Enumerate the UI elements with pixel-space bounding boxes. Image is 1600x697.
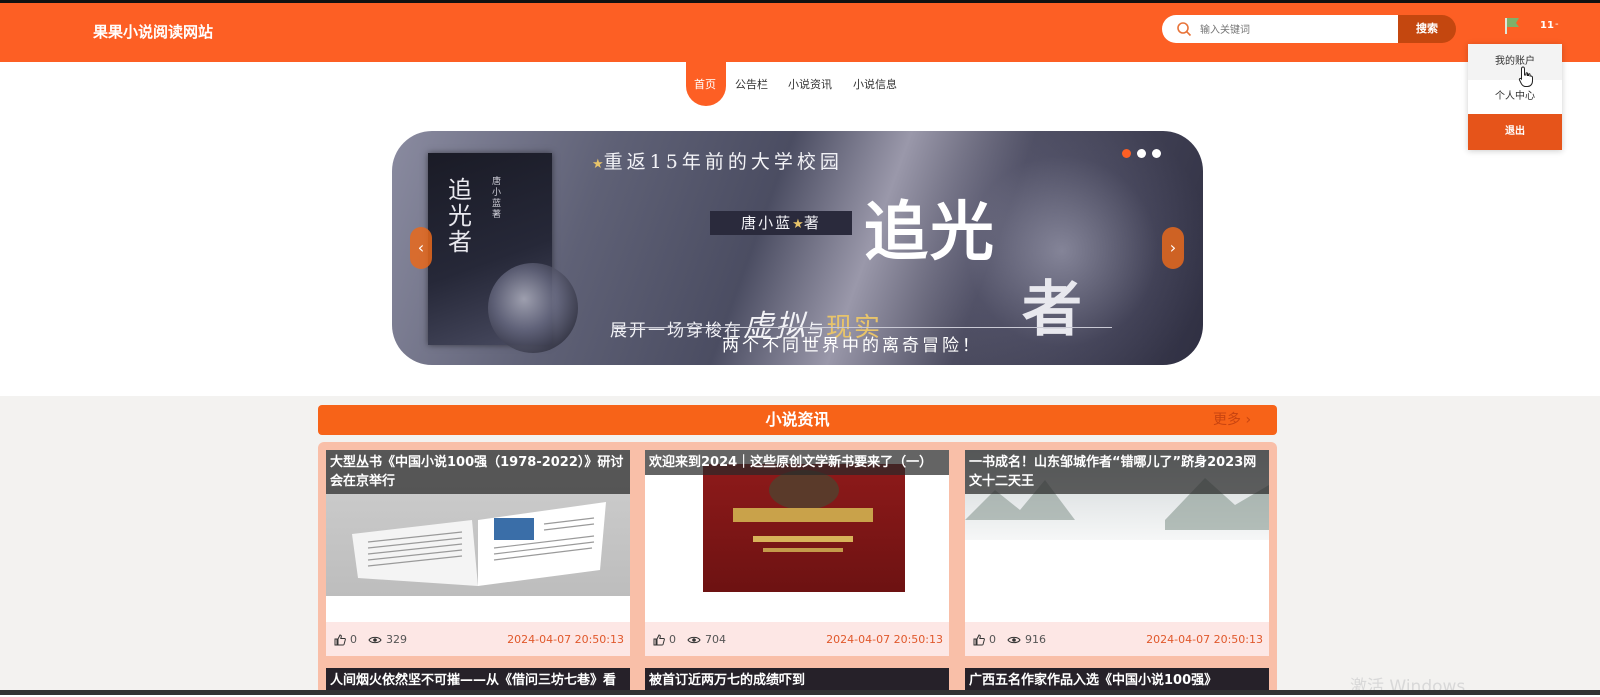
news-card[interactable]: 被首订近两万七的成绩吓到 [645,668,949,690]
search-button[interactable]: 搜索 [1398,15,1456,43]
eye-icon [368,636,382,644]
news-card-title[interactable]: 大型丛书《中国小说100强（1978-2022）》研讨会在京举行 [326,450,630,494]
thumbs-up-icon [334,634,346,646]
news-date: 2024-04-07 20:50:13 [507,633,624,646]
menu-item-logout[interactable]: 退出 [1468,114,1562,150]
news-card[interactable]: 人间烟火依然坚不可摧——从《借问三坊七巷》看 [326,668,630,690]
news-date: 2024-04-07 20:50:13 [826,633,943,646]
search-icon [1177,22,1192,37]
cover-author: 唐小蓝著 [492,177,502,220]
search-box [1162,15,1399,43]
search-input[interactable] [1198,19,1392,41]
thumbs-up-icon [653,634,665,646]
view-count: 329 [368,633,407,646]
carousel-dot[interactable] [1152,149,1161,158]
news-card-title[interactable]: 欢迎来到2024｜这些原创文学新书要来了（一） [645,450,949,475]
news-card-footer: 0 329 2024-04-07 20:50:13 [326,622,630,656]
carousel-next-button[interactable]: › [1162,227,1184,269]
news-card-image [645,450,949,622]
book-title-bar [753,536,853,542]
book-cover: 追光者 唐小蓝著 [428,153,578,353]
news-card[interactable]: 欢迎来到2024｜这些原创文学新书要来了（一） 0 704 2024-04-07… [645,450,949,656]
nav-novel-info[interactable]: 小说信息 [853,76,897,92]
nav-home[interactable]: 首页 [694,76,716,92]
cover-title: 追光者 [448,176,472,256]
view-count: 704 [687,633,726,646]
banner-subline: 两个不同世界中的离奇冒险！ [722,336,982,356]
cover-planet-art [488,263,578,353]
news-card-footer: 0 916 2024-04-07 20:50:13 [965,622,1269,656]
banner-author-name: 唐小蓝 [741,214,793,232]
window-bottom-border [0,690,1600,695]
avatar-icon[interactable] [1503,15,1521,35]
menu-item-my-account[interactable]: 我的账户 [1468,44,1562,80]
user-menu-caret[interactable]: - [1555,19,1559,30]
eye-icon [1007,636,1021,644]
news-card-title[interactable]: 一书成名！山东邹城作者“错哪儿了”跻身2023网文十二天王 [965,450,1269,494]
carousel-dot[interactable] [1122,149,1131,158]
user-dropdown-menu: 我的账户 个人中心 退出 [1468,44,1562,150]
view-count-value: 704 [705,633,726,646]
eye-icon [687,636,701,644]
view-count-value: 329 [386,633,407,646]
banner-headline: ★重返15年前的大学校园 [592,147,843,174]
banner-headline-text: 重返15年前的大学校园 [603,151,843,173]
banner-big-title-last: 者 [1022,275,1082,345]
banner-divider [612,327,1112,328]
like-count-value: 0 [350,633,357,646]
carousel-dots [1122,143,1167,162]
news-card-title[interactable]: 被首订近两万七的成绩吓到 [645,668,949,690]
nav-novel-news[interactable]: 小说资讯 [788,76,832,92]
thumbs-up-icon [973,634,985,646]
news-date: 2024-04-07 20:50:13 [1146,633,1263,646]
star-icon: ★ [792,217,804,232]
news-card-footer: 0 704 2024-04-07 20:50:13 [645,622,949,656]
user-name[interactable]: 11 [1540,20,1554,31]
view-count: 916 [1007,633,1046,646]
banner-author: 唐小蓝★著 [710,211,852,235]
news-card[interactable]: 一书成名！山东邹城作者“错哪儿了”跻身2023网文十二天王 0 916 2024… [965,450,1269,656]
hand-cursor-icon [1518,66,1533,87]
news-card[interactable]: 大型丛书《中国小说100强（1978-2022）》研讨会在京举行 0 329 2… [326,450,630,656]
more-link[interactable]: 更多 › [1213,405,1251,435]
carousel-prev-button[interactable]: ‹ [410,227,432,269]
red-book-image [703,464,905,592]
like-count-value: 0 [669,633,676,646]
news-card-title[interactable]: 人间烟火依然坚不可摧——从《借问三坊七巷》看 [326,668,630,690]
star-icon: ★ [592,157,604,172]
view-count-value: 916 [1025,633,1046,646]
open-book-image [352,502,606,586]
carousel-dot[interactable] [1137,149,1146,158]
banner-author-suffix: 著 [803,214,821,232]
nav-notice-board[interactable]: 公告栏 [735,76,768,92]
book-subtitle-bar [763,548,843,552]
banner-big-title: 追光 [864,181,996,273]
book-ribbon [733,508,873,522]
banner-carousel[interactable]: 追光者 唐小蓝著 ★重返15年前的大学校园 唐小蓝★著 追光 者 展开一场穿梭在… [392,131,1203,365]
news-section-header: 小说资讯 更多 › [318,405,1277,435]
book-portrait [769,470,839,510]
site-title[interactable]: 果果小说阅读网站 [93,21,213,42]
banner-title-char-2: 光 [930,195,996,270]
like-count-value: 0 [989,633,996,646]
like-count[interactable]: 0 [334,633,357,646]
news-card-title[interactable]: 广西五名作家作品入选《中国小说100强》 [965,668,1269,690]
banner-title-char-1: 追 [864,195,930,270]
menu-item-personal-center[interactable]: 个人中心 [1468,80,1562,114]
news-card[interactable]: 广西五名作家作品入选《中国小说100强》 [965,668,1269,690]
news-section-title: 小说资讯 [765,410,830,429]
like-count[interactable]: 0 [973,633,996,646]
like-count[interactable]: 0 [653,633,676,646]
